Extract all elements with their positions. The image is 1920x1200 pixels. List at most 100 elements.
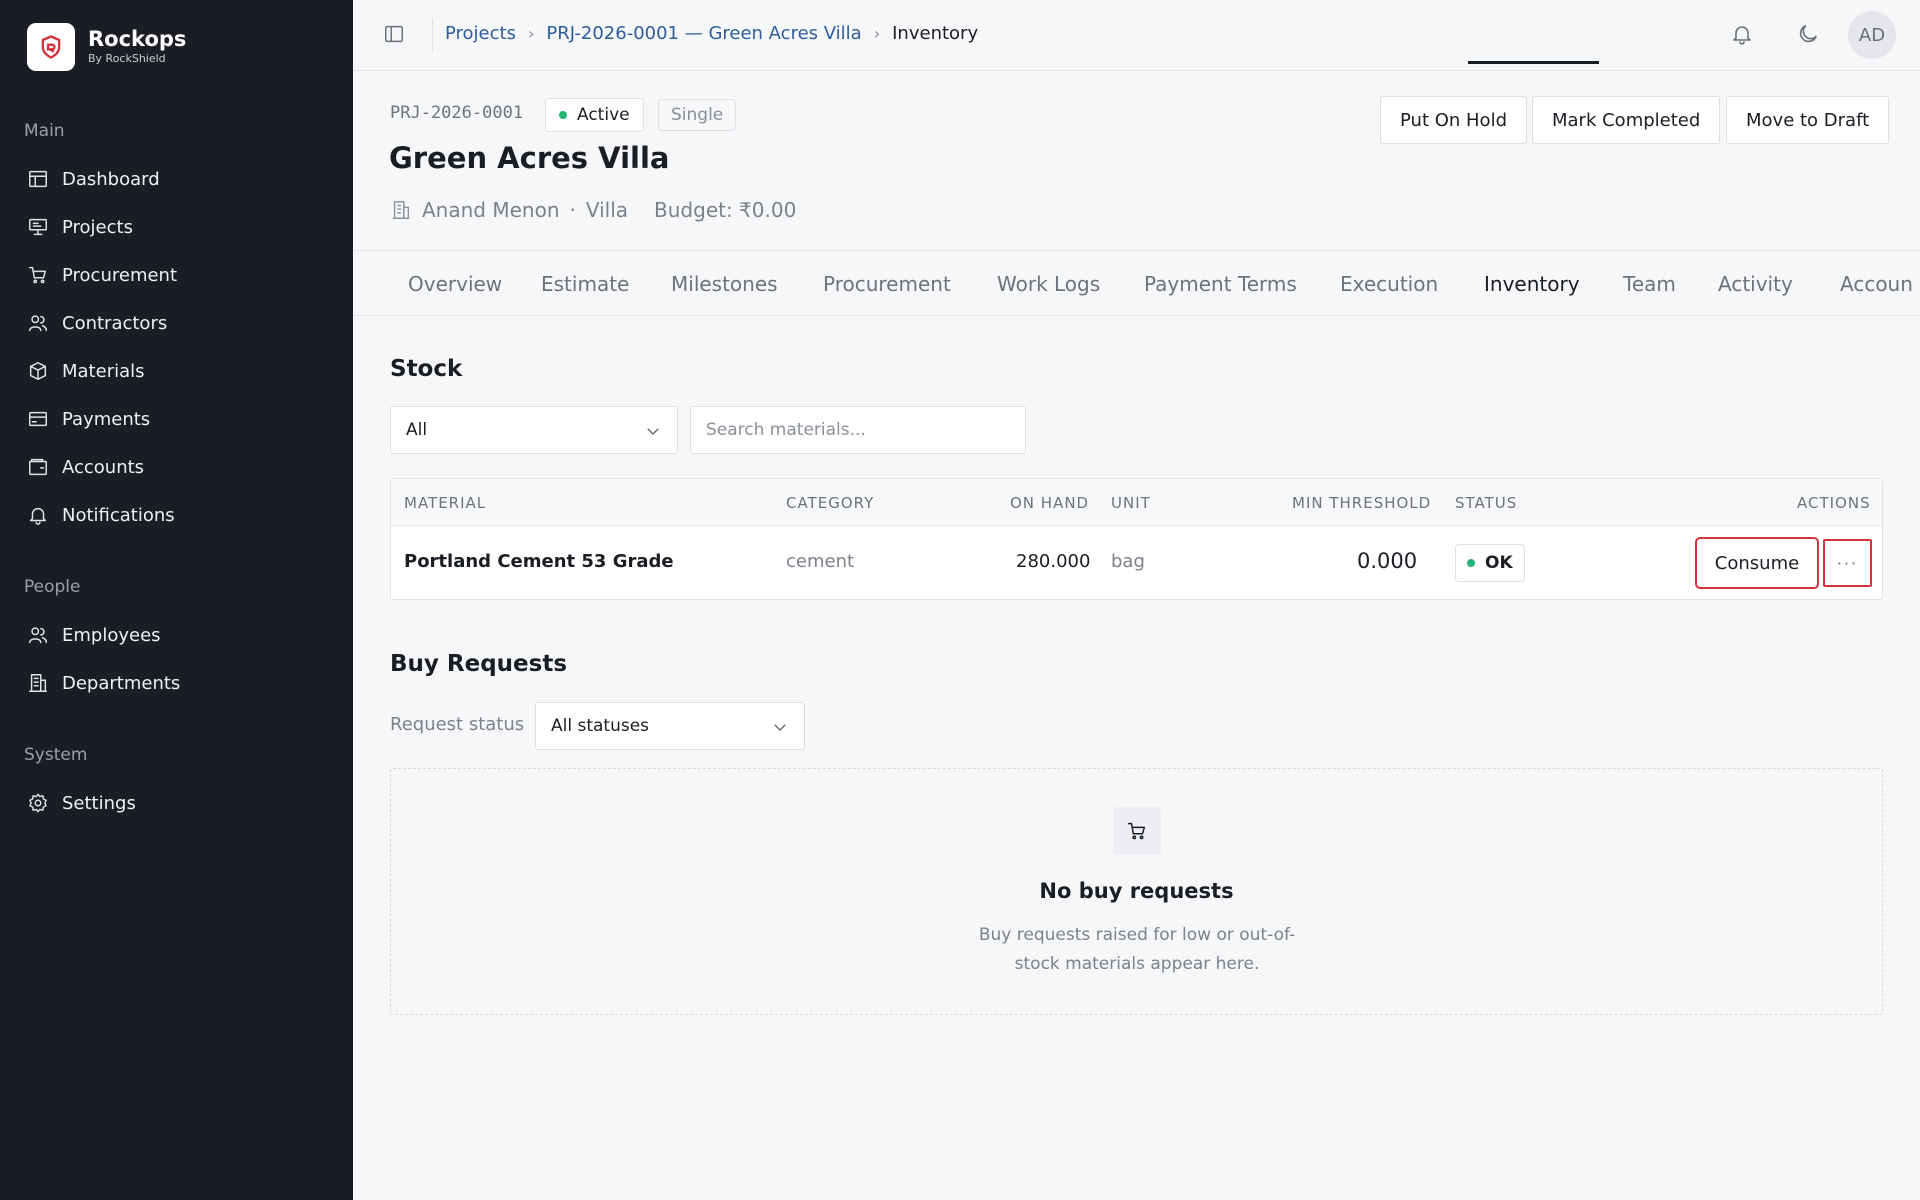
nav-section-people: People	[24, 577, 81, 597]
bell-icon	[29, 507, 47, 525]
sidebar-item-departments[interactable]: Departments	[27, 665, 180, 701]
status-dot-icon	[1467, 559, 1475, 567]
chevron-right-icon: ›	[873, 24, 881, 43]
avatar[interactable]: AD	[1848, 11, 1896, 59]
divider	[432, 18, 433, 52]
sidebar-item-payments[interactable]: Payments	[27, 401, 150, 437]
project-client: Anand Menon	[422, 198, 560, 222]
sidebar-item-label: Projects	[62, 216, 133, 238]
separator-dot: ·	[569, 198, 576, 222]
column-material: MATERIAL	[404, 494, 487, 512]
tab-payment-terms[interactable]: Payment Terms	[1144, 251, 1297, 315]
brand-name: Rockops	[88, 27, 187, 51]
buy-requests-title: Buy Requests	[390, 651, 568, 677]
notifications-button[interactable]	[1730, 22, 1758, 50]
sidebar-toggle-button[interactable]	[383, 23, 409, 49]
move-to-draft-button[interactable]: Move to Draft	[1726, 96, 1890, 144]
sidebar-item-label: Notifications	[62, 504, 175, 526]
project-tabs: Overview Estimate Milestones Procurement…	[353, 250, 1920, 316]
box-icon	[29, 362, 47, 380]
project-category: Villa	[585, 198, 629, 222]
breadcrumb-projects[interactable]: Projects	[445, 23, 516, 44]
status-badge: OK	[1455, 544, 1525, 582]
sidebar-item-materials[interactable]: Materials	[27, 353, 145, 389]
breadcrumb-current: Inventory	[892, 23, 979, 44]
tab-accounts[interactable]: Accoun	[1840, 251, 1913, 315]
select-value: All	[406, 420, 428, 440]
active-tab-indicator	[1468, 61, 1599, 64]
tab-work-logs[interactable]: Work Logs	[997, 251, 1100, 315]
status-label: Active	[577, 105, 630, 125]
mark-completed-button[interactable]: Mark Completed	[1532, 96, 1721, 144]
sidebar-item-employees[interactable]: Employees	[27, 617, 161, 653]
sidebar-item-label: Dashboard	[62, 168, 160, 190]
column-status: STATUS	[1455, 494, 1518, 512]
sidebar-item-label: Materials	[62, 360, 145, 382]
column-actions: ACTIONS	[1797, 494, 1871, 512]
type-badge: Single	[658, 99, 737, 131]
sidebar-item-dashboard[interactable]: Dashboard	[27, 161, 160, 197]
consume-button[interactable]: Consume	[1695, 537, 1819, 589]
project-meta: Anand Menon · Villa Budget: ₹0.00	[390, 198, 796, 222]
building-icon	[29, 674, 47, 692]
sidebar-item-accounts[interactable]: Accounts	[27, 449, 144, 485]
cell-unit: bag	[1111, 551, 1145, 572]
rockshield-logo-icon	[27, 23, 75, 71]
empty-state-title: No buy requests	[1039, 879, 1234, 903]
layout-icon	[29, 170, 47, 188]
tab-milestones[interactable]: Milestones	[671, 251, 778, 315]
nav-section-main: Main	[24, 121, 65, 141]
cell-on-hand: 280.000	[1016, 551, 1091, 572]
sidebar-item-contractors[interactable]: Contractors	[27, 305, 167, 341]
sidebar-toggle-icon	[385, 25, 403, 43]
sidebar-item-label: Procurement	[62, 264, 178, 286]
ellipsis-icon: ···	[1836, 553, 1859, 573]
moon-icon	[1799, 25, 1817, 43]
table-header: MATERIAL CATEGORY ON HAND UNIT MIN THRES…	[391, 479, 1882, 526]
tab-inventory[interactable]: Inventory	[1484, 251, 1580, 315]
sidebar-item-label: Payments	[62, 408, 151, 430]
brand-subtitle: By RockShield	[88, 52, 166, 65]
column-unit: UNIT	[1111, 494, 1151, 512]
stock-title: Stock	[390, 356, 463, 382]
sidebar-item-procurement[interactable]: Procurement	[27, 257, 177, 293]
more-actions-button[interactable]: ···	[1823, 539, 1872, 587]
sidebar-item-label: Settings	[62, 792, 136, 814]
tab-execution[interactable]: Execution	[1340, 251, 1438, 315]
tab-procurement[interactable]: Procurement	[823, 251, 951, 315]
tab-team[interactable]: Team	[1623, 251, 1676, 315]
empty-state: No buy requests Buy requests raised for …	[390, 768, 1883, 1015]
page-title: Green Acres Villa	[389, 141, 670, 175]
cart-icon	[1128, 822, 1146, 840]
sidebar-item-settings[interactable]: Settings	[27, 785, 136, 821]
tab-estimate[interactable]: Estimate	[541, 251, 629, 315]
sidebar-item-notifications[interactable]: Notifications	[27, 497, 175, 533]
sidebar-item-label: Accounts	[62, 456, 145, 478]
column-on-hand: ON HAND	[1010, 494, 1090, 512]
status-badge: Active	[545, 98, 644, 132]
sidebar-item-label: Employees	[62, 624, 161, 646]
put-on-hold-button[interactable]: Put On Hold	[1380, 96, 1527, 144]
cell-min-threshold: 0.000	[1357, 549, 1418, 573]
breadcrumb-project[interactable]: PRJ-2026-0001 — Green Acres Villa	[546, 23, 861, 44]
project-code: PRJ-2026-0001	[390, 103, 524, 123]
request-status-select[interactable]: All statuses	[535, 702, 805, 750]
tab-overview[interactable]: Overview	[408, 251, 502, 315]
topbar: Projects › PRJ-2026-0001 — Green Acres V…	[353, 0, 1920, 71]
brand[interactable]: Rockops By RockShield	[27, 23, 186, 71]
sidebar-item-projects[interactable]: Projects	[27, 209, 133, 245]
chevron-down-icon	[774, 724, 786, 731]
empty-state-description: Buy requests raised for low or out-of-st…	[978, 925, 1296, 974]
theme-toggle-button[interactable]	[1796, 22, 1824, 50]
chevron-right-icon: ›	[527, 24, 535, 43]
request-status-label: Request status	[390, 714, 525, 735]
building-icon	[392, 201, 410, 219]
cell-material: Portland Cement 53 Grade	[404, 551, 674, 572]
stock-table: MATERIAL CATEGORY ON HAND UNIT MIN THRES…	[390, 478, 1883, 600]
stock-category-select[interactable]: All	[390, 406, 678, 454]
project-budget: Budget: ₹0.00	[654, 198, 797, 222]
select-value: All statuses	[551, 716, 650, 736]
tab-activity[interactable]: Activity	[1718, 251, 1793, 315]
column-category: CATEGORY	[786, 494, 875, 512]
search-input[interactable]	[690, 406, 1026, 454]
